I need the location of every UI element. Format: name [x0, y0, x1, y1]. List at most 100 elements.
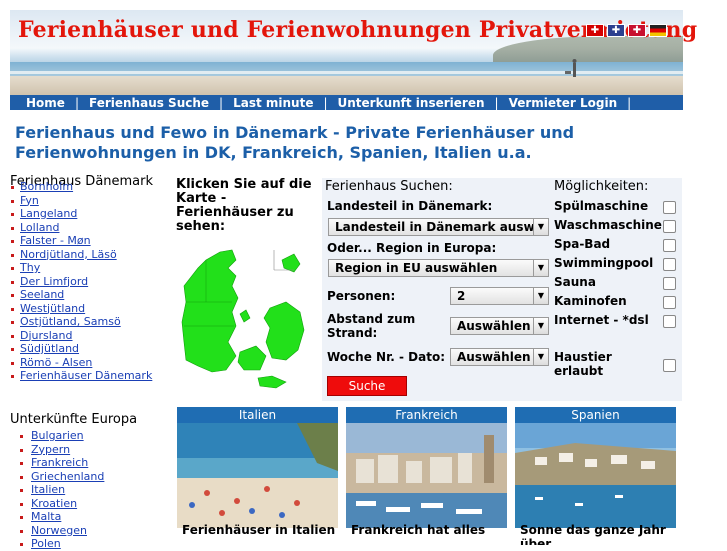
- nav-unterkunft-inserieren[interactable]: Unterkunft inserieren: [328, 96, 495, 110]
- week-select[interactable]: Auswählen ▼: [450, 348, 549, 366]
- list-item: Bornholm: [11, 180, 175, 194]
- uk-flag-icon[interactable]: ✚: [607, 24, 625, 37]
- country-link[interactable]: Bulgarien: [31, 429, 84, 442]
- card-spanien[interactable]: Spanien Sonne das ganze Jahr über: [515, 407, 676, 545]
- region-link[interactable]: Langeland: [20, 207, 77, 220]
- option-label: Spa-Bad: [554, 237, 611, 251]
- country-link[interactable]: Polen: [31, 537, 61, 550]
- eu-region-label: Oder... Region in Europa:: [327, 241, 497, 255]
- country-link[interactable]: Zypern: [31, 443, 70, 456]
- region-link[interactable]: Der Limfjord: [20, 275, 88, 288]
- spanien-photo[interactable]: [515, 423, 676, 528]
- map-region-samso[interactable]: [239, 309, 251, 323]
- country-link[interactable]: Frankreich: [31, 456, 88, 469]
- list-item: Thy: [11, 261, 175, 275]
- list-item: Westjütland: [11, 302, 175, 316]
- list-item: Zypern: [20, 443, 175, 457]
- list-item: Kroatien: [20, 497, 175, 511]
- region-link[interactable]: Djursland: [20, 329, 73, 342]
- map-instruction: Klicken Sie auf die Karte - Ferienhäuser…: [176, 177, 312, 234]
- week-select-value: Auswählen: [457, 350, 531, 364]
- region-link[interactable]: Seeland: [20, 288, 64, 301]
- beach-distance-label: Abstand zum Strand:: [327, 312, 416, 340]
- country-link[interactable]: Norwegen: [31, 524, 87, 537]
- option-checkbox[interactable]: [663, 296, 676, 309]
- list-item: Ostjütland, Samsö: [11, 315, 175, 329]
- persons-select[interactable]: 2 ▼: [450, 287, 549, 305]
- map-region-fyn[interactable]: [237, 345, 267, 371]
- region-link[interactable]: Südjütland: [20, 342, 79, 355]
- option-checkbox[interactable]: [663, 201, 676, 214]
- region-link[interactable]: Westjütland: [20, 302, 85, 315]
- option-checkbox[interactable]: [663, 315, 676, 328]
- option-checkbox[interactable]: [663, 359, 676, 372]
- card-frankreich[interactable]: Frankreich Frankreich hat alles: [346, 407, 507, 545]
- persons-select-value: 2: [457, 289, 466, 303]
- list-item: Langeland: [11, 207, 175, 221]
- list-item: Der Limfjord: [11, 275, 175, 289]
- card-title[interactable]: Italien: [177, 407, 338, 423]
- denmark-map[interactable]: [176, 246, 316, 396]
- option-checkbox[interactable]: [663, 277, 676, 290]
- italien-photo[interactable]: [177, 423, 338, 528]
- map-region-seeland[interactable]: [263, 301, 305, 361]
- map-region-bornholm[interactable]: [281, 253, 301, 273]
- region-link[interactable]: Nordjütland, Läsö: [20, 248, 117, 261]
- search-panel: Ferienhaus Suchen: Landesteil in Dänemar…: [322, 178, 682, 401]
- nav-ferienhaus-suche[interactable]: Ferienhaus Suche: [79, 96, 219, 110]
- denmark-region-list: Bornholm Fyn Langeland Lolland Falster -…: [10, 180, 175, 383]
- country-link[interactable]: Kroatien: [31, 497, 77, 510]
- option-row: Kaminofen: [554, 294, 678, 309]
- region-link[interactable]: Ferienhäuser Dänemark: [20, 369, 152, 382]
- option-checkbox[interactable]: [663, 220, 676, 233]
- frankreich-photo[interactable]: [346, 423, 507, 528]
- card-italien[interactable]: Italien Ferienhäuser in Italien: [177, 407, 338, 545]
- list-item: Fyn: [11, 194, 175, 208]
- ch-flag-icon[interactable]: ✚: [586, 24, 604, 37]
- chevron-down-icon: ▼: [533, 349, 548, 365]
- option-checkbox[interactable]: [663, 258, 676, 271]
- option-row: Internet - *dsl: [554, 313, 678, 328]
- card-caption: Frankreich hat alles: [351, 523, 486, 537]
- region-link[interactable]: Lolland: [20, 221, 59, 234]
- dk-flag-icon[interactable]: ✚: [628, 24, 646, 37]
- card-title[interactable]: Frankreich: [346, 407, 507, 423]
- option-checkbox[interactable]: [663, 239, 676, 252]
- eu-region-select[interactable]: Region in EU auswählen ▼: [328, 259, 549, 277]
- region-link[interactable]: Fyn: [20, 194, 39, 207]
- map-region-jutland[interactable]: [181, 249, 239, 373]
- country-link[interactable]: Malta: [31, 510, 61, 523]
- chevron-down-icon: ▼: [533, 318, 548, 334]
- region-link[interactable]: Römö - Alsen: [20, 356, 92, 369]
- beach-distance-select[interactable]: Auswählen ▼: [450, 317, 549, 335]
- country-link[interactable]: Italien: [31, 483, 65, 496]
- main-nav: Home | Ferienhaus Suche | Last minute | …: [10, 95, 683, 110]
- list-item: Norwegen: [20, 524, 175, 538]
- region-link[interactable]: Ostjütland, Samsö: [20, 315, 121, 328]
- region-select[interactable]: Landesteil in Dänemark ausw ▼: [328, 218, 549, 236]
- list-item: Nordjütland, Läsö: [11, 248, 175, 262]
- region-label: Landesteil in Dänemark:: [327, 199, 493, 213]
- region-link[interactable]: Bornholm: [20, 180, 73, 193]
- chevron-down-icon: ▼: [533, 288, 548, 304]
- map-region-lolland[interactable]: [257, 375, 287, 389]
- list-item: Falster - Møn: [11, 234, 175, 248]
- option-row: Sauna: [554, 275, 678, 290]
- nav-home[interactable]: Home: [16, 96, 75, 110]
- option-label: Haustier erlaubt: [554, 350, 612, 378]
- card-title[interactable]: Spanien: [515, 407, 676, 423]
- region-link[interactable]: Thy: [20, 261, 40, 274]
- list-item: Ferienhäuser Dänemark: [11, 369, 175, 383]
- region-select-value: Landesteil in Dänemark ausw: [335, 220, 535, 234]
- week-label: Woche Nr. - Dato:: [327, 350, 446, 364]
- option-label: Waschmaschine: [554, 218, 662, 232]
- list-item: Djursland: [11, 329, 175, 343]
- option-label: Sauna: [554, 275, 596, 289]
- nav-last-minute[interactable]: Last minute: [223, 96, 323, 110]
- search-button[interactable]: Suche: [327, 376, 407, 396]
- list-item: Südjütland: [11, 342, 175, 356]
- de-flag-icon[interactable]: [649, 24, 667, 37]
- region-link[interactable]: Falster - Møn: [20, 234, 91, 247]
- nav-vermieter-login[interactable]: Vermieter Login: [499, 96, 628, 110]
- country-link[interactable]: Griechenland: [31, 470, 104, 483]
